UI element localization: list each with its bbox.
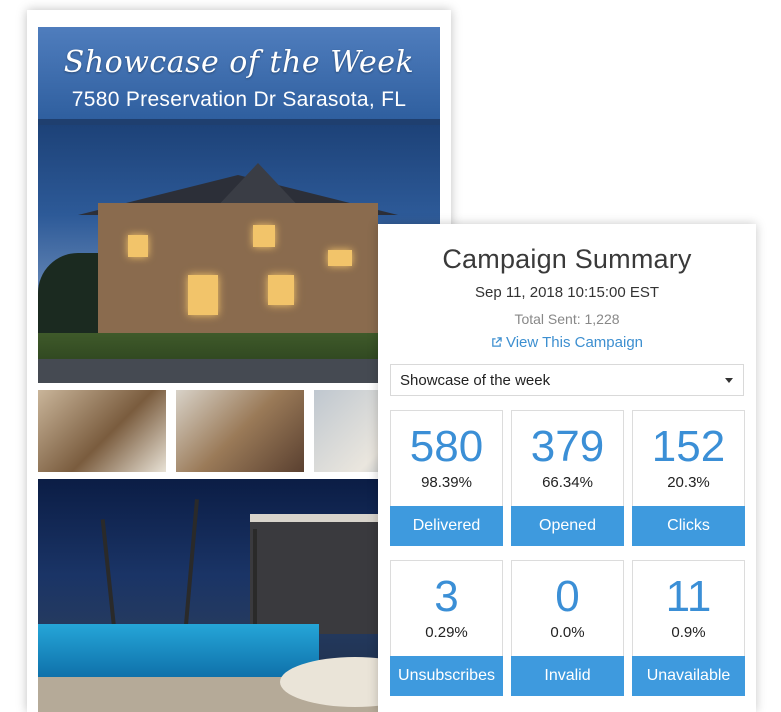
stat-label[interactable]: Clicks: [632, 506, 745, 546]
stat-label[interactable]: Delivered: [390, 506, 503, 546]
stat-unsubscribes: 3 0.29% Unsubscribes: [390, 560, 503, 696]
view-campaign-label: View This Campaign: [505, 334, 643, 351]
total-sent: Total Sent: 1,228: [514, 311, 620, 327]
stat-invalid: 0 0.0% Invalid: [511, 560, 624, 696]
email-banner: Showcase of the Week 7580 Preservation D…: [38, 27, 440, 125]
banner-address: 7580 Preservation Dr Sarasota, FL: [71, 88, 407, 111]
window-light: [328, 250, 352, 266]
stat-percent: 0.0%: [550, 624, 585, 641]
house-shape: [98, 203, 378, 333]
stat-label[interactable]: Opened: [511, 506, 624, 546]
stat-label[interactable]: Unsubscribes: [390, 656, 503, 696]
stat-percent: 0.9%: [671, 624, 706, 641]
thumbnail-kitchen: [176, 390, 304, 472]
stat-delivered: 580 98.39% Delivered: [390, 410, 503, 546]
campaign-select[interactable]: Showcase of the week: [390, 364, 744, 396]
external-link-icon: [492, 337, 502, 347]
stat-value: 152: [651, 422, 726, 471]
stat-value: 0: [555, 572, 580, 621]
stat-label[interactable]: Unavailable: [632, 656, 745, 696]
stat-value: 11: [665, 572, 712, 621]
chevron-down-icon: [725, 378, 733, 383]
window-light: [188, 275, 218, 315]
stat-unavailable: 11 0.9% Unavailable: [632, 560, 745, 696]
view-campaign-link[interactable]: View This Campaign: [378, 334, 756, 351]
stat-percent: 0.29%: [425, 624, 468, 641]
window-light: [253, 225, 275, 247]
stat-clicks: 152 20.3% Clicks: [632, 410, 745, 546]
window-light: [128, 235, 148, 257]
window-light: [268, 275, 294, 305]
stat-label[interactable]: Invalid: [511, 656, 624, 696]
banner-title: Showcase of the Week: [63, 45, 415, 80]
thumbnail-dining-room: [38, 390, 166, 472]
stat-value: 580: [409, 422, 484, 471]
stat-percent: 98.39%: [421, 474, 472, 491]
pool-water-shape: [38, 624, 320, 679]
campaign-summary-panel: Campaign Summary Sep 11, 2018 10:15:00 E…: [378, 224, 756, 712]
stat-value: 379: [530, 422, 605, 471]
summary-title: Campaign Summary: [442, 244, 692, 274]
stat-opened: 379 66.34% Opened: [511, 410, 624, 546]
campaign-select-value: Showcase of the week: [400, 372, 551, 389]
stat-value: 3: [434, 572, 459, 621]
stat-percent: 66.34%: [542, 474, 593, 491]
campaign-date: Sep 11, 2018 10:15:00 EST: [474, 284, 660, 301]
stat-percent: 20.3%: [667, 474, 710, 491]
